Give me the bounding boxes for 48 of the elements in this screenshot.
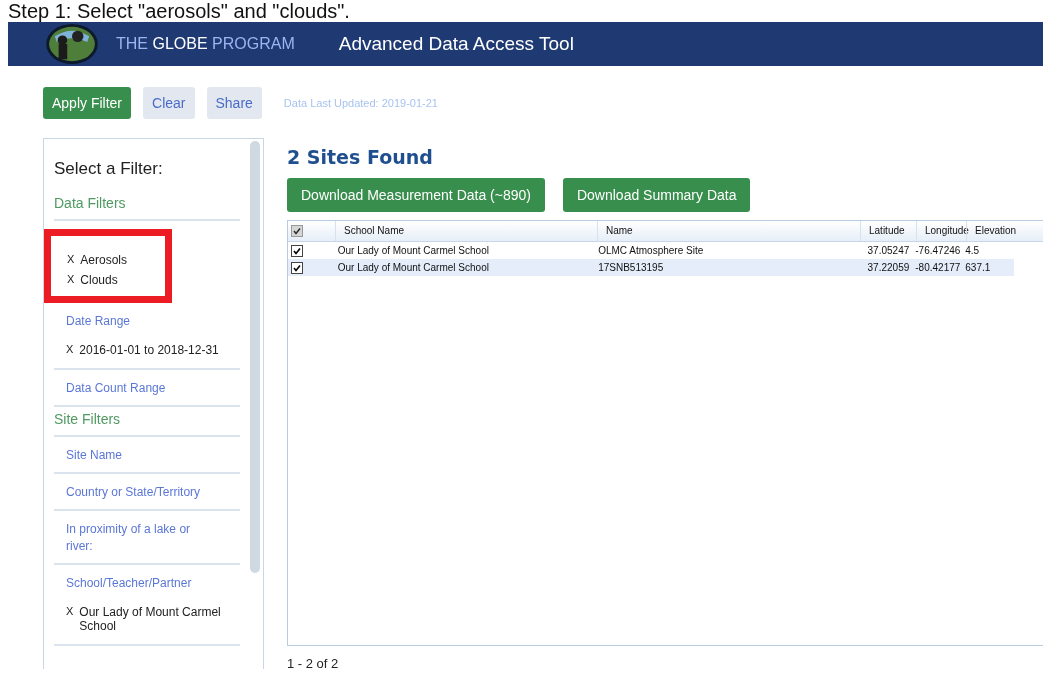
scrollbar-thumb[interactable] [250,141,260,573]
row-checkbox[interactable] [291,261,303,274]
row-checkbox[interactable] [291,244,303,257]
column-header[interactable]: School Name [335,221,597,241]
apply-filter-button[interactable]: Apply Filter [43,87,132,119]
download-button[interactable]: Download Summary Data [562,178,751,212]
filter-link[interactable]: In proximity of a lake or river: [66,521,206,555]
filter-link[interactable]: School/Teacher/Partner [66,575,206,592]
selected-filter: 2016-01-01 to 2018-12-31 [79,343,219,357]
filter-group-heading: Site Filters [54,407,240,437]
brand-name[interactable]: THE GLOBE PROGRAM [116,35,295,53]
sidebar-title: Select a Filter: [54,159,164,179]
download-button[interactable]: Download Measurement Data (~890) [287,178,545,212]
caption-text: Step 1: Select "aerosols" and "clouds". [7,0,351,22]
remove-button[interactable]: X [67,273,75,287]
table-cell-text: 4.5 [964,245,981,256]
filter-group-heading: Data Filters [54,191,240,221]
app-title: Advanced Data Access Tool [338,33,574,55]
table-cell-text: -76.47246 [914,245,962,256]
table-cell-text: -80.42177 [914,262,962,273]
table-cell-text: OLMC Atmosphere Site [597,245,705,256]
selected-row[interactable]: Our Lady of Mount Carmel School 17SNB513195 37.22059 -80.42177 637.1 [288,259,1014,276]
remove-button[interactable]: X [66,343,74,357]
table-cell-text: Our Lady of Mount Carmel School [336,262,490,273]
filter-link[interactable]: Date Range [66,313,206,330]
remove-button[interactable]: X [66,605,74,633]
table-cell-text: 17SNB513195 [597,262,665,273]
results-heading: 2 Sites Found [287,146,434,168]
table-cell-text: 37.05247 [866,245,911,256]
select-all-checkbox[interactable] [291,225,303,237]
selected-filter: Clouds [80,273,118,287]
selected-filter: Our Lady of Mount Carmel School [79,605,222,633]
remove-button[interactable]: X [67,253,75,267]
table-cell-text: 637.1 [964,262,992,273]
filter-link[interactable]: Data Count Range [66,380,206,397]
selected-filter: Aerosols [80,253,128,267]
table-cell-text: 37.22059 [866,262,911,273]
pagination-text: 1 - 2 of 2 [287,656,340,671]
toolbar-button[interactable]: Clear [143,87,195,119]
table-row[interactable]: Our Lady of Mount Carmel School OLMC Atmosphere Site 37.05247 -76.47246 4.5 [288,242,1014,259]
column-header[interactable]: Name [597,221,860,241]
last-updated-text: Data Last Updated: 2019-01-21 [283,97,438,109]
filter-link[interactable]: Country or State/Territory [66,484,206,501]
column-header[interactable]: Latitude [860,221,916,241]
globe-logo-icon [44,23,100,65]
filter-link[interactable]: Site Name [66,447,206,464]
table-cell-text: Our Lady of Mount Carmel School [336,245,490,256]
toolbar-button[interactable]: Share [206,87,262,119]
